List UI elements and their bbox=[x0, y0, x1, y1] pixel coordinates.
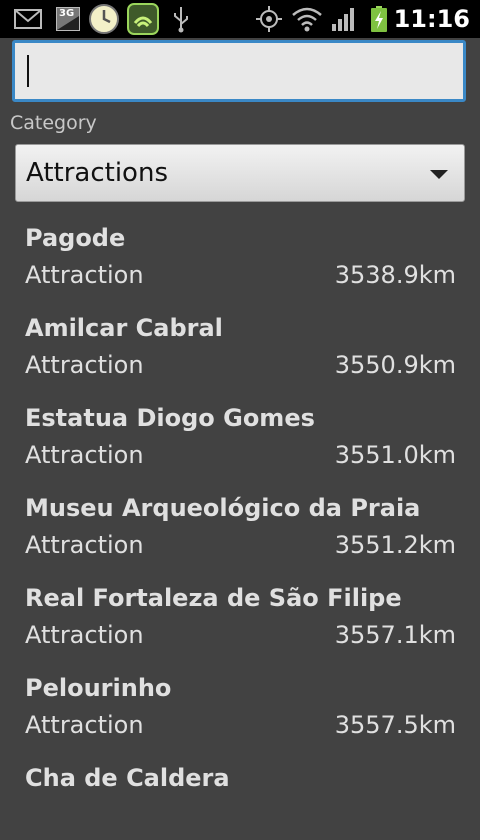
place-name: Pelourinho bbox=[25, 674, 172, 702]
gps-icon bbox=[256, 6, 282, 32]
place-type: Attraction bbox=[25, 711, 144, 739]
list-item[interactable]: Amilcar Cabral Attraction 3550.9km bbox=[0, 300, 480, 390]
places-list: Pagode Attraction 3538.9km Amilcar Cabra… bbox=[0, 210, 480, 840]
place-type: Attraction bbox=[25, 351, 144, 379]
list-item[interactable]: Real Fortaleza de São Filipe Attraction … bbox=[0, 570, 480, 660]
list-item[interactable]: Museu Arqueológico da Praia Attraction 3… bbox=[0, 480, 480, 570]
place-name: Real Fortaleza de São Filipe bbox=[25, 584, 402, 612]
place-distance: 3557.5km bbox=[334, 711, 456, 739]
place-type: Attraction bbox=[25, 621, 144, 649]
status-bar: 3G 11:16 bbox=[0, 0, 480, 38]
clock-icon bbox=[89, 4, 119, 34]
place-distance: 3551.2km bbox=[334, 531, 456, 559]
search-field[interactable] bbox=[12, 40, 466, 102]
list-item[interactable]: Pagode Attraction 3538.9km bbox=[0, 210, 480, 300]
place-name: Amilcar Cabral bbox=[25, 314, 223, 342]
place-distance: 3550.9km bbox=[334, 351, 456, 379]
place-name: Cha de Caldera bbox=[25, 764, 230, 792]
place-name: Pagode bbox=[25, 224, 126, 252]
place-name: Museu Arqueológico da Praia bbox=[25, 494, 421, 522]
list-item[interactable]: Pelourinho Attraction 3557.5km bbox=[0, 660, 480, 750]
place-name: Estatua Diogo Gomes bbox=[25, 404, 315, 432]
gmail-icon bbox=[14, 9, 42, 29]
signal-icon bbox=[332, 8, 354, 31]
place-distance: 3551.0km bbox=[334, 441, 456, 469]
battery-charging-icon bbox=[371, 6, 387, 32]
3g-icon: 3G bbox=[56, 7, 80, 31]
clock-time: 11:16 bbox=[393, 5, 470, 33]
usb-icon bbox=[174, 7, 188, 33]
place-distance: 3557.1km bbox=[334, 621, 456, 649]
category-spinner[interactable]: Attractions bbox=[15, 144, 465, 202]
search-input[interactable] bbox=[15, 43, 463, 99]
list-item[interactable]: Estatua Diogo Gomes Attraction 3551.0km bbox=[0, 390, 480, 480]
shield-app-icon bbox=[127, 3, 159, 35]
wifi-icon bbox=[292, 7, 322, 32]
category-label: Category bbox=[10, 112, 97, 134]
place-distance: 3538.9km bbox=[334, 261, 456, 289]
list-item[interactable]: Cha de Caldera bbox=[0, 750, 480, 840]
place-type: Attraction bbox=[25, 441, 144, 469]
place-type: Attraction bbox=[25, 531, 144, 559]
place-type: Attraction bbox=[25, 261, 144, 289]
text-caret bbox=[27, 55, 29, 87]
category-selected: Attractions bbox=[26, 158, 168, 188]
dropdown-arrow-icon bbox=[430, 170, 448, 179]
